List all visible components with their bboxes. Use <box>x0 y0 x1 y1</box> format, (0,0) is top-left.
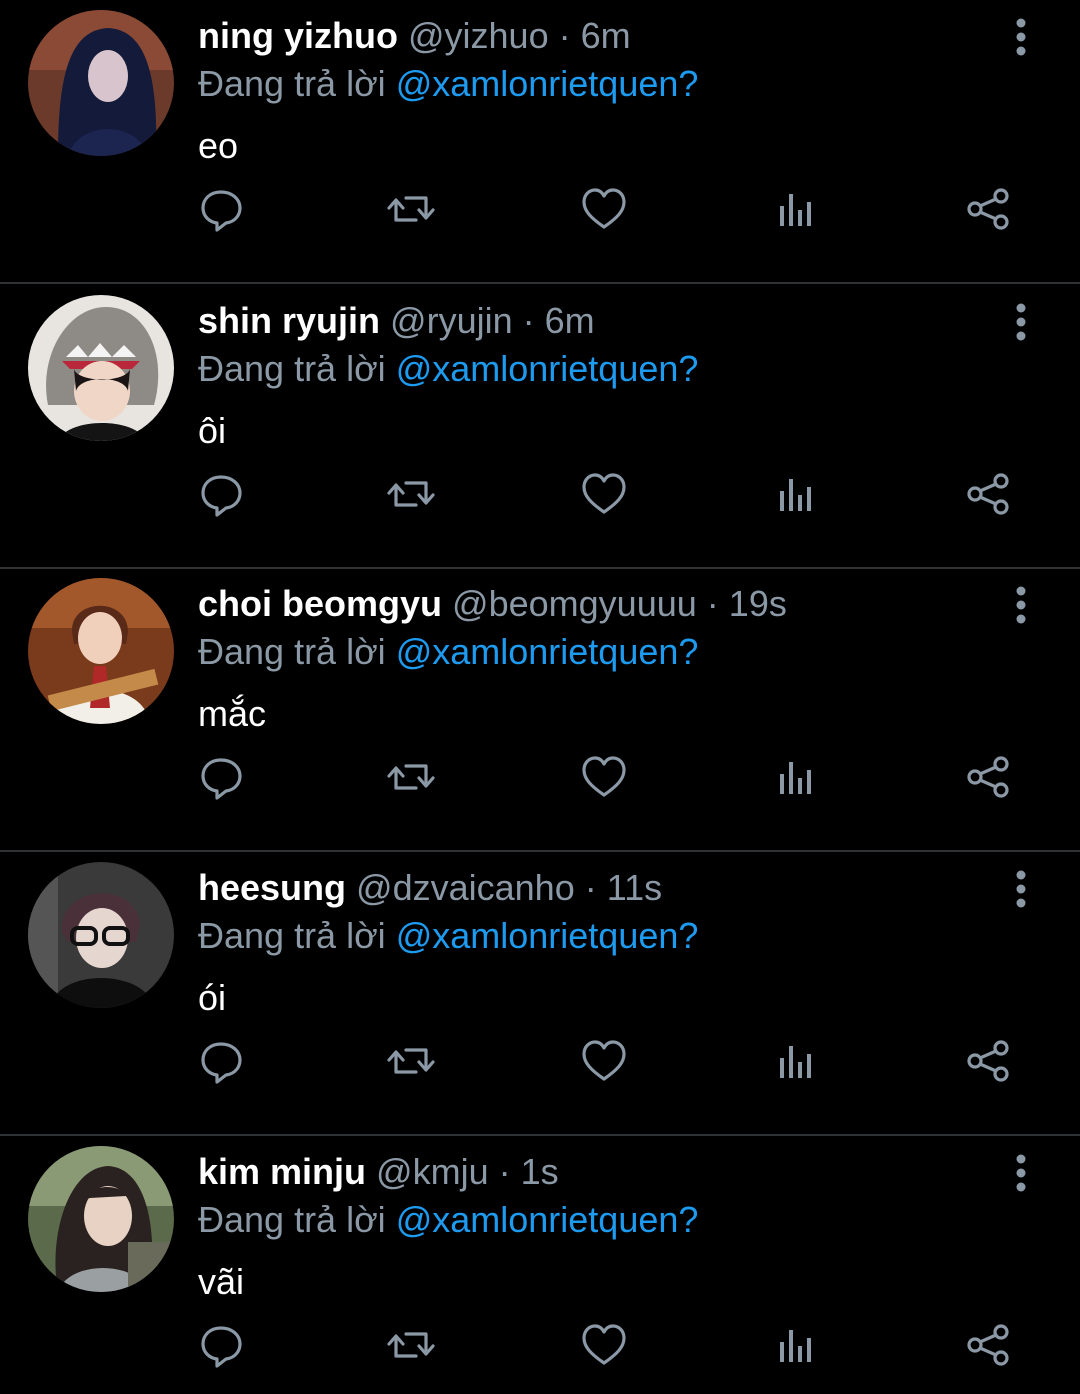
views-icon[interactable] <box>771 184 821 234</box>
user-handle[interactable]: @beomgyuuuu <box>452 583 697 624</box>
more-options-icon[interactable] <box>1006 16 1036 60</box>
reply-mention[interactable]: @xamlonrietquen? <box>396 1199 699 1240</box>
share-icon[interactable] <box>963 752 1013 802</box>
tweet[interactable]: shin ryujin @ryujin · 6m Đang trả lời @x… <box>0 285 1080 569</box>
tweet-header: heesung @dzvaicanho · 11s <box>198 866 662 910</box>
share-icon[interactable] <box>963 184 1013 234</box>
views-icon[interactable] <box>771 469 821 519</box>
tweet[interactable]: choi beomgyu @beomgyuuuu · 19s Đang trả … <box>0 568 1080 852</box>
share-icon[interactable] <box>963 469 1013 519</box>
like-icon[interactable] <box>579 184 629 234</box>
like-icon[interactable] <box>579 469 629 519</box>
reply-mention[interactable]: @xamlonrietquen? <box>396 631 699 672</box>
avatar[interactable] <box>28 295 174 441</box>
user-handle[interactable]: @dzvaicanho <box>356 867 575 908</box>
replying-to: Đang trả lời @xamlonrietquen? <box>198 914 698 958</box>
tweet-text: ôi <box>198 410 227 451</box>
reply-icon[interactable] <box>196 184 246 234</box>
retweet-icon[interactable] <box>386 1320 436 1370</box>
avatar[interactable] <box>28 862 174 1008</box>
timestamp[interactable]: 19s <box>729 583 787 624</box>
reply-mention[interactable]: @xamlonrietquen? <box>396 915 699 956</box>
tweet[interactable]: kim minju @kmju · 1s Đang trả lời @xamlo… <box>0 1136 1080 1394</box>
tweet-text: ói <box>198 977 227 1018</box>
more-options-icon[interactable] <box>1006 301 1036 345</box>
like-icon[interactable] <box>579 752 629 802</box>
timestamp[interactable]: 6m <box>581 15 631 56</box>
timestamp[interactable]: 1s <box>521 1151 559 1192</box>
retweet-icon[interactable] <box>386 752 436 802</box>
tweet[interactable]: heesung @dzvaicanho · 11s Đang trả lời @… <box>0 852 1080 1136</box>
more-options-icon[interactable] <box>1006 1152 1036 1196</box>
share-icon[interactable] <box>963 1320 1013 1370</box>
reply-icon[interactable] <box>196 1036 246 1086</box>
tweet[interactable]: ning yizhuo @yizhuo · 6m Đang trả lời @x… <box>0 0 1080 284</box>
timestamp[interactable]: 6m <box>545 300 595 341</box>
replying-to: Đang trả lời @xamlonrietquen? <box>198 62 698 106</box>
separator: · <box>706 583 719 624</box>
views-icon[interactable] <box>771 1036 821 1086</box>
reply-icon[interactable] <box>196 1320 246 1370</box>
reply-prefix: Đang trả lời <box>198 63 386 104</box>
more-options-icon[interactable] <box>1006 584 1036 628</box>
timestamp[interactable]: 11s <box>607 867 662 908</box>
reply-prefix: Đang trả lời <box>198 348 386 389</box>
reply-prefix: Đang trả lời <box>198 631 386 672</box>
avatar[interactable] <box>28 10 174 156</box>
display-name[interactable]: ning yizhuo <box>198 15 398 56</box>
views-icon[interactable] <box>771 752 821 802</box>
like-icon[interactable] <box>579 1036 629 1086</box>
retweet-icon[interactable] <box>386 1036 436 1086</box>
replying-to: Đang trả lời @xamlonrietquen? <box>198 1198 698 1242</box>
user-handle[interactable]: @ryujin <box>390 300 513 341</box>
tweet-header: shin ryujin @ryujin · 6m <box>198 299 595 343</box>
reply-prefix: Đang trả lời <box>198 915 386 956</box>
tweet-header: choi beomgyu @beomgyuuuu · 19s <box>198 582 787 626</box>
reply-mention[interactable]: @xamlonrietquen? <box>396 63 699 104</box>
tweet-text: mắc <box>198 693 267 734</box>
user-handle[interactable]: @kmju <box>376 1151 489 1192</box>
tweet-header: ning yizhuo @yizhuo · 6m <box>198 14 631 58</box>
avatar[interactable] <box>28 1146 174 1292</box>
views-icon[interactable] <box>771 1320 821 1370</box>
display-name[interactable]: shin ryujin <box>198 300 380 341</box>
replying-to: Đang trả lời @xamlonrietquen? <box>198 630 698 674</box>
tweet-text: eo <box>198 125 239 166</box>
separator: · <box>584 867 597 908</box>
avatar[interactable] <box>28 578 174 724</box>
reply-icon[interactable] <box>196 752 246 802</box>
reply-feed: ning yizhuo @yizhuo · 6m Đang trả lời @x… <box>0 0 1080 1394</box>
user-handle[interactable]: @yizhuo <box>408 15 549 56</box>
reply-prefix: Đang trả lời <box>198 1199 386 1240</box>
separator: · <box>498 1151 511 1192</box>
reply-icon[interactable] <box>196 469 246 519</box>
more-options-icon[interactable] <box>1006 868 1036 912</box>
display-name[interactable]: choi beomgyu <box>198 583 442 624</box>
like-icon[interactable] <box>579 1320 629 1370</box>
tweet-header: kim minju @kmju · 1s <box>198 1150 559 1194</box>
display-name[interactable]: kim minju <box>198 1151 366 1192</box>
replying-to: Đang trả lời @xamlonrietquen? <box>198 347 698 391</box>
reply-mention[interactable]: @xamlonrietquen? <box>396 348 699 389</box>
display-name[interactable]: heesung <box>198 867 346 908</box>
divider <box>0 282 1080 284</box>
separator: · <box>522 300 535 341</box>
retweet-icon[interactable] <box>386 469 436 519</box>
tweet-text: vãi <box>198 1261 245 1302</box>
separator: · <box>558 15 571 56</box>
share-icon[interactable] <box>963 1036 1013 1086</box>
retweet-icon[interactable] <box>386 184 436 234</box>
